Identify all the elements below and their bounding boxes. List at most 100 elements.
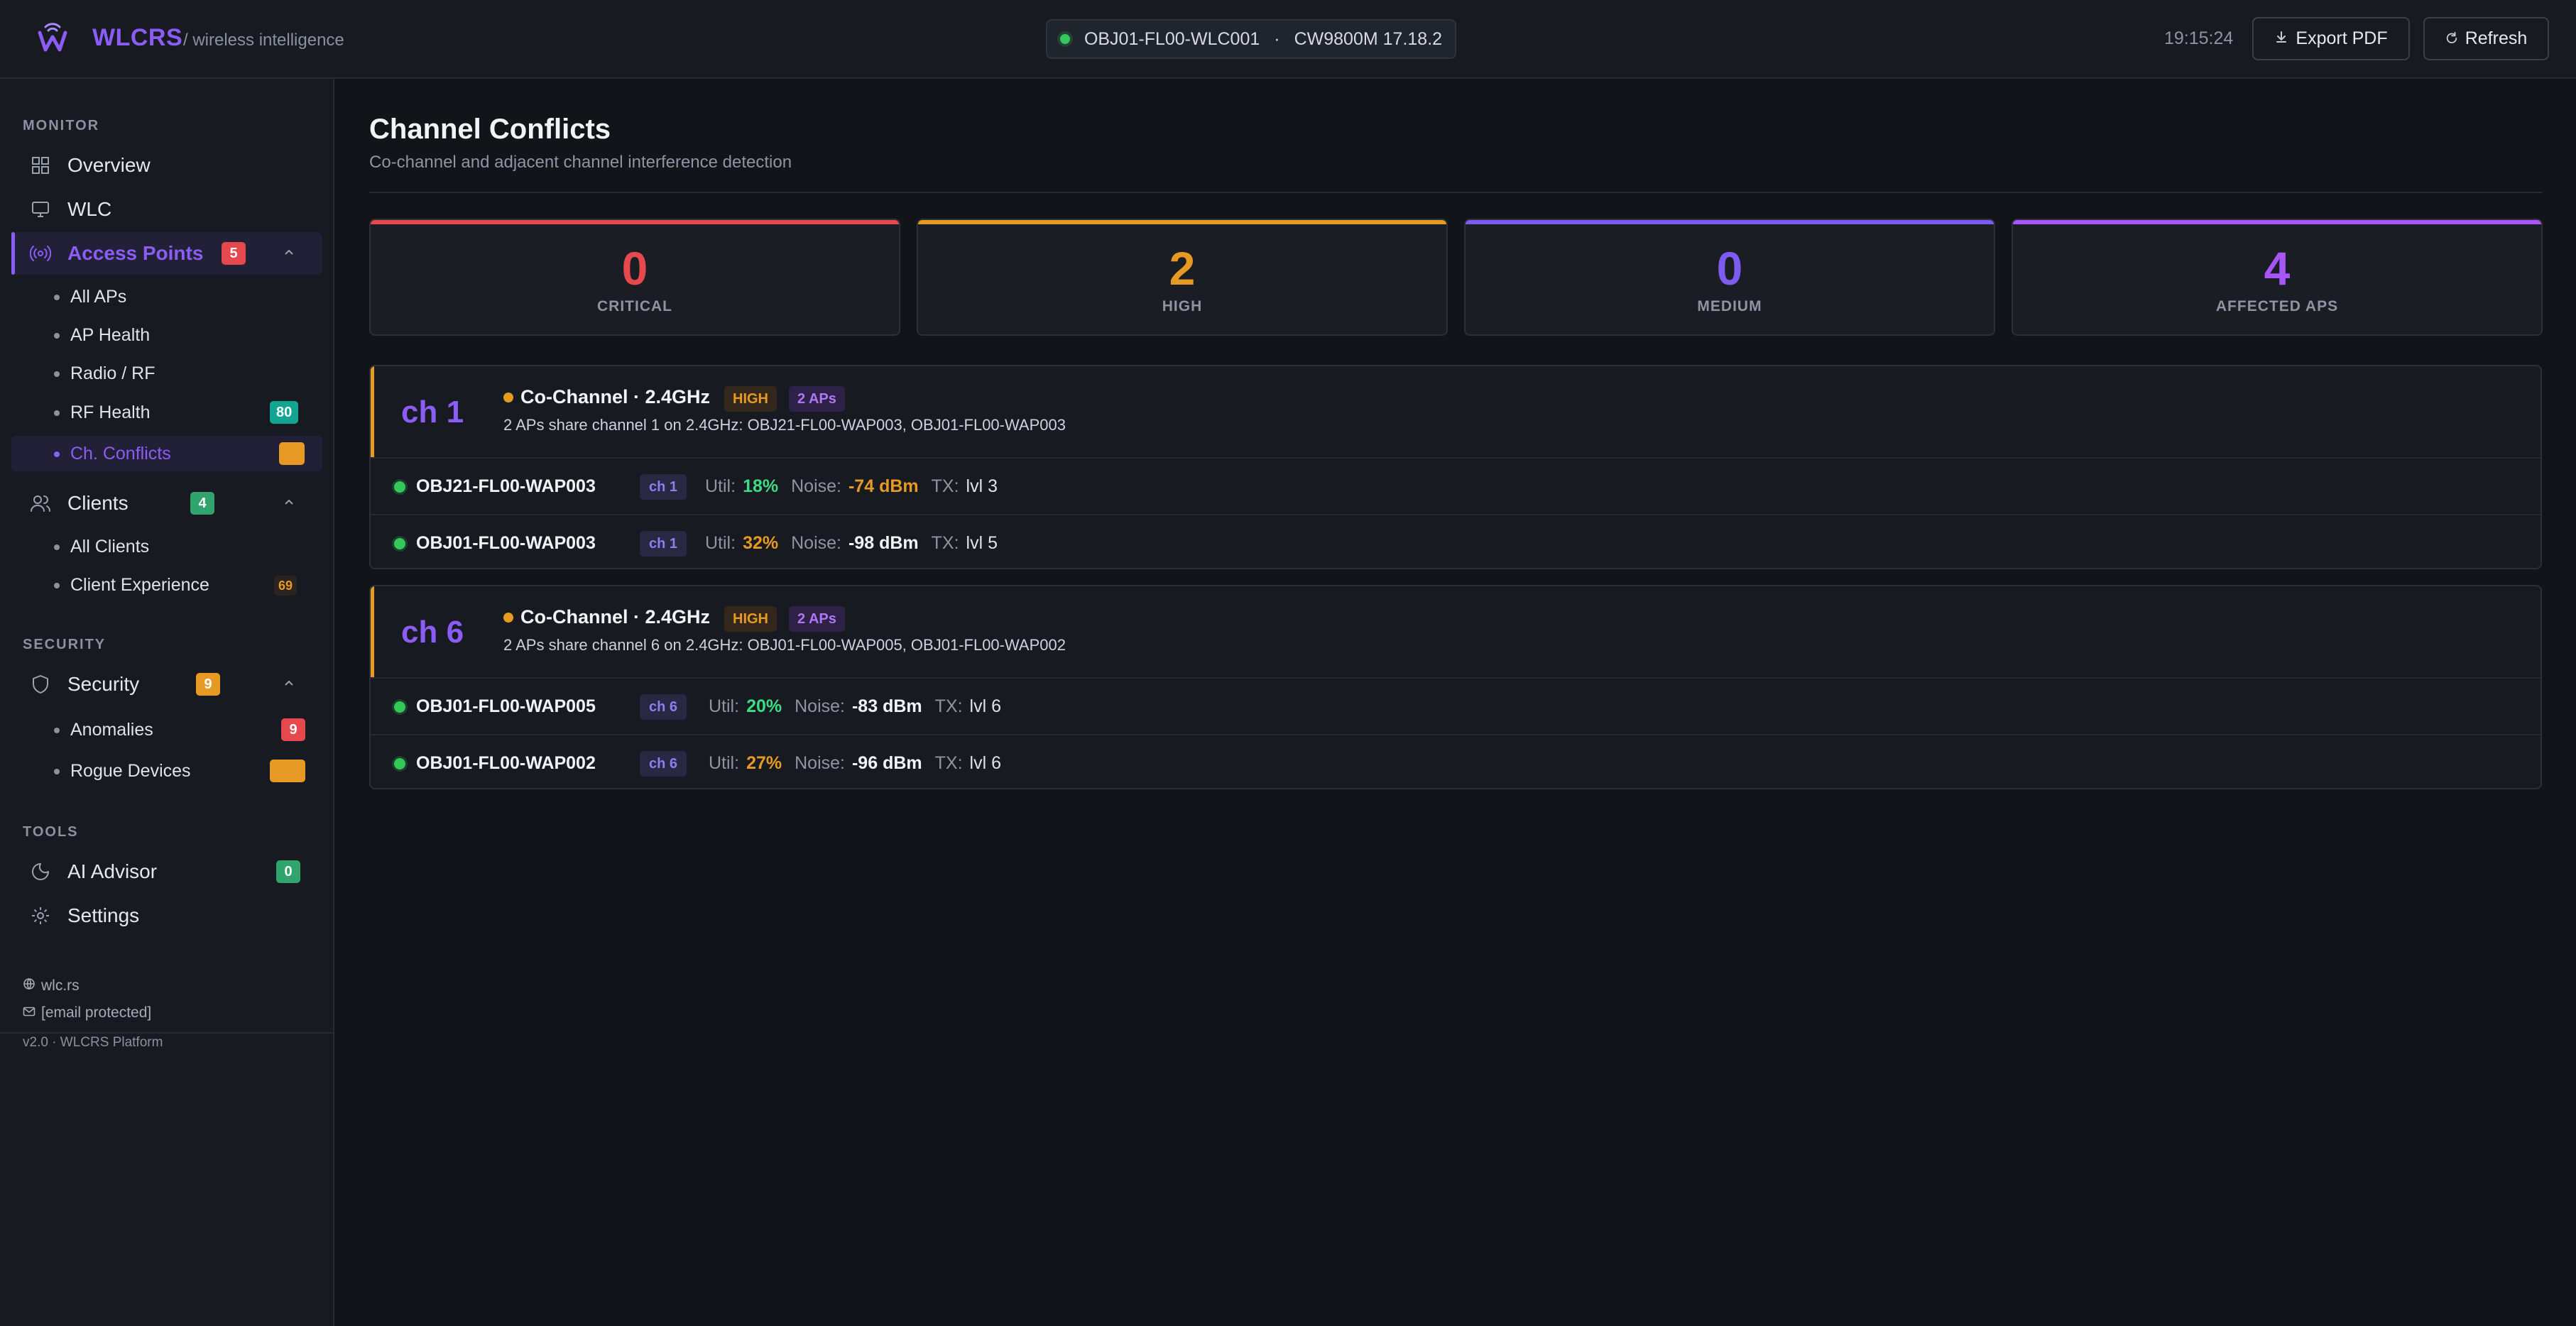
- ap-row[interactable]: OBJ01-FL00-WAP005 ch 6 Util: 20% Noise: …: [371, 677, 2540, 734]
- stat-bar: [918, 220, 1446, 224]
- footer-version: v2.0 · WLCRS Platform: [23, 1035, 163, 1050]
- nav-client-experience[interactable]: Client Experience 69: [11, 567, 322, 603]
- tx-value: lvl 6: [969, 753, 1001, 773]
- globe-icon: [23, 977, 36, 994]
- broadcast-icon: [30, 243, 51, 264]
- util-label: Util:: [709, 753, 740, 773]
- severity-accent: [371, 366, 374, 457]
- export-pdf-button[interactable]: Export PDF: [2252, 17, 2410, 60]
- ap-name: OBJ01-FL00-WAP005: [416, 696, 596, 716]
- sidebar: MONITOR Overview WLC Access Points 5 All…: [0, 79, 334, 1326]
- ap-metrics: Util: 27% Noise: -96 dBm TX: lvl 6: [709, 753, 1001, 774]
- controller-selector[interactable]: OBJ01-FL00-WLC001 · CW9800M 17.18.2: [1046, 19, 1456, 59]
- export-pdf-label: Export PDF: [2296, 28, 2388, 48]
- nav-all-clients[interactable]: All Clients: [11, 529, 322, 564]
- nav-all-clients-label: All Clients: [70, 537, 150, 557]
- chevron-up-icon[interactable]: [280, 243, 298, 262]
- nav-all-aps[interactable]: All APs: [11, 279, 322, 314]
- bullet-icon: [54, 583, 60, 588]
- nav-ch-conflicts-label: Ch. Conflicts: [70, 444, 171, 464]
- wlcrs-logo-icon[interactable]: [36, 18, 70, 54]
- nav-wlc-label: WLC: [67, 198, 112, 220]
- page-subtitle: Co-channel and adjacent channel interfer…: [369, 153, 792, 172]
- nav-clients[interactable]: Clients 4: [11, 482, 322, 525]
- anomalies-badge: 9: [281, 718, 305, 741]
- tx-label: TX:: [934, 696, 963, 716]
- brand-name[interactable]: WLCRS: [92, 24, 182, 52]
- ap-name: OBJ01-FL00-WAP002: [416, 753, 596, 773]
- severity-badge: HIGH: [724, 606, 777, 632]
- ai-advisor-badge: 0: [276, 860, 300, 883]
- util-value: 27%: [746, 753, 782, 773]
- noise-label: Noise:: [795, 696, 845, 716]
- nav-ap-health[interactable]: AP Health: [11, 317, 322, 353]
- ap-row[interactable]: OBJ01-FL00-WAP003 ch 1 Util: 32% Noise: …: [371, 514, 2540, 568]
- stat-label: HIGH: [1162, 298, 1203, 314]
- conflict-card: ch 1 Co-Channel · 2.4GHz HIGH 2 APs 2 AP…: [369, 365, 2542, 569]
- ap-metrics: Util: 18% Noise: -74 dBm TX: lvl 3: [705, 476, 998, 497]
- severity-dot-icon: [503, 612, 513, 623]
- refresh-button[interactable]: Refresh: [2423, 17, 2549, 60]
- monitor-icon: [30, 199, 51, 220]
- mail-icon: [23, 1004, 36, 1021]
- util-label: Util:: [709, 696, 740, 716]
- footer-email-link[interactable]: [email protected]: [23, 1004, 151, 1021]
- chevron-up-icon[interactable]: [280, 493, 298, 512]
- ap-name: OBJ01-FL00-WAP003: [416, 533, 596, 553]
- top-bar: WLCRS / wireless intelligence OBJ01-FL00…: [0, 0, 2576, 79]
- nav-ch-conflicts[interactable]: Ch. Conflicts: [11, 436, 322, 471]
- ap-channel-badge: ch 6: [640, 694, 687, 720]
- severity-badge: HIGH: [724, 386, 777, 412]
- nav-anomalies-label: Anomalies: [70, 720, 153, 740]
- ap-count-badge: 2 APs: [789, 386, 845, 412]
- util-value: 32%: [743, 533, 779, 553]
- ch-conflicts-badge: [279, 442, 305, 465]
- conflict-title: Co-Channel · 2.4GHz: [503, 606, 710, 628]
- nav-rf-health[interactable]: RF Health 80: [11, 395, 322, 430]
- nav-overview[interactable]: Overview: [11, 144, 322, 187]
- rogue-devices-badge: [270, 760, 305, 782]
- ap-channel-badge: ch 1: [640, 531, 687, 557]
- bullet-icon: [54, 728, 60, 733]
- footer-site-link[interactable]: wlc.rs: [23, 977, 80, 994]
- footer-email: [email protected]: [41, 1004, 152, 1021]
- section-title-tools: TOOLS: [23, 824, 79, 840]
- nav-radio-rf[interactable]: Radio / RF: [11, 356, 322, 391]
- nav-access-points[interactable]: Access Points 5: [11, 232, 322, 275]
- nav-anomalies[interactable]: Anomalies 9: [11, 712, 322, 747]
- conflict-card: ch 6 Co-Channel · 2.4GHz HIGH 2 APs 2 AP…: [369, 585, 2542, 789]
- ap-status-icon: [394, 758, 405, 769]
- tx-label: TX:: [931, 476, 959, 496]
- bullet-icon: [54, 333, 60, 339]
- noise-value: -74 dBm: [848, 476, 919, 496]
- brand-tagline: / wireless intelligence: [183, 31, 344, 50]
- ap-row[interactable]: OBJ01-FL00-WAP002 ch 6 Util: 27% Noise: …: [371, 734, 2540, 788]
- conflict-type: Co-Channel · 2.4GHz: [520, 606, 711, 628]
- nav-ai-advisor[interactable]: AI Advisor 0: [11, 850, 322, 893]
- nav-settings[interactable]: Settings: [11, 894, 322, 937]
- stat-value: 4: [2264, 242, 2291, 295]
- ap-row[interactable]: OBJ21-FL00-WAP003 ch 1 Util: 18% Noise: …: [371, 457, 2540, 514]
- nav-rogue-devices-label: Rogue Devices: [70, 761, 191, 781]
- stat-value: 0: [1716, 242, 1743, 295]
- tx-label: TX:: [934, 753, 963, 773]
- clients-badge: 4: [190, 492, 214, 515]
- controller-name: OBJ01-FL00-WLC001: [1084, 28, 1260, 49]
- stat-value: 2: [1169, 242, 1196, 295]
- nav-settings-label: Settings: [67, 904, 140, 926]
- noise-value: -98 dBm: [848, 533, 919, 553]
- nav-wlc[interactable]: WLC: [11, 188, 322, 231]
- stat-card-affected-aps: 4 AFFECTED APS: [2012, 219, 2543, 336]
- access-points-badge: 5: [222, 242, 246, 265]
- nav-all-aps-label: All APs: [70, 287, 127, 307]
- stat-value: 0: [621, 242, 648, 295]
- tx-value: lvl 5: [966, 533, 998, 553]
- nav-ap-health-label: AP Health: [70, 325, 151, 345]
- ai-moon-icon: [30, 861, 51, 882]
- chevron-up-icon[interactable]: [280, 674, 298, 693]
- noise-value: -96 dBm: [851, 753, 922, 773]
- nav-rogue-devices[interactable]: Rogue Devices: [11, 753, 322, 789]
- client-experience-badge: 69: [274, 576, 298, 596]
- nav-security[interactable]: Security 9: [11, 663, 322, 706]
- section-title-security: SECURITY: [23, 637, 107, 652]
